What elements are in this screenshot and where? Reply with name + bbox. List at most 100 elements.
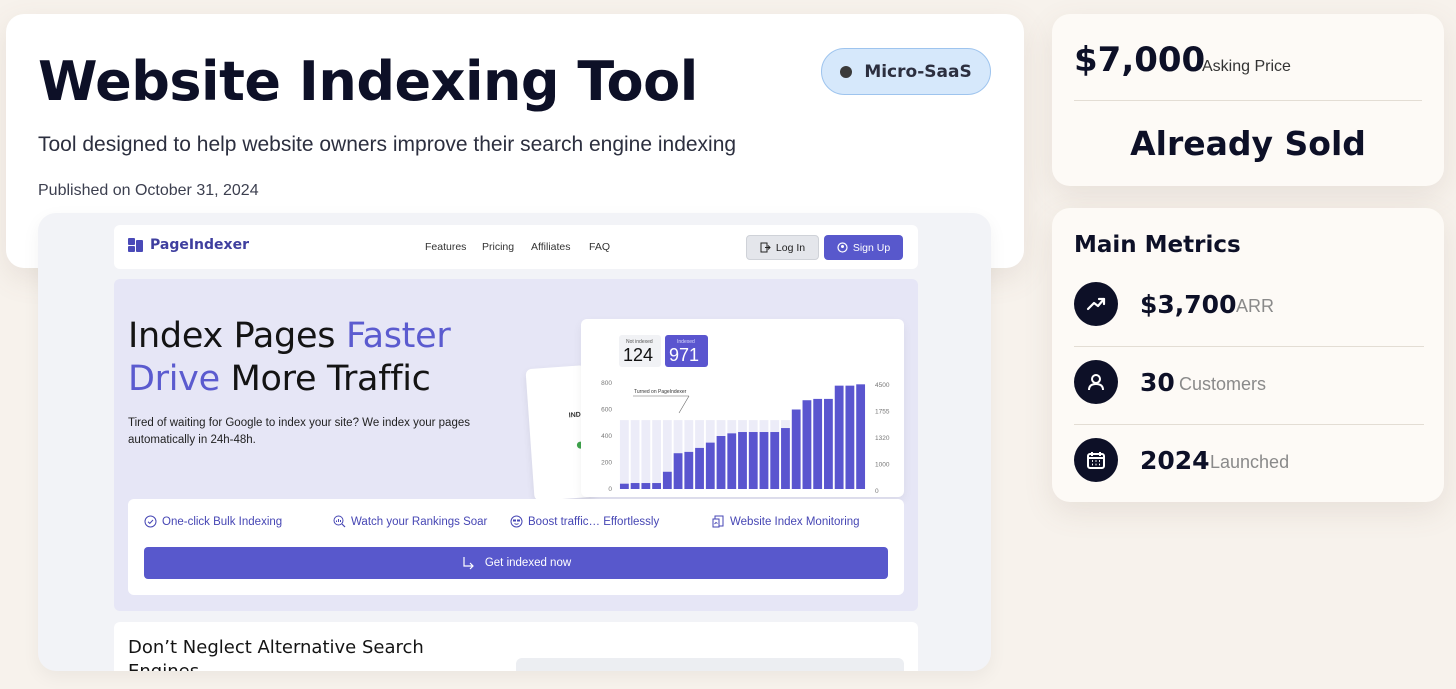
feature-label: One-click Bulk Indexing <box>162 515 283 528</box>
feature-label: Website Index Monitoring <box>730 515 860 528</box>
feature-label: Boost traffic… Effortlessly <box>528 515 660 528</box>
chart-bar <box>705 442 715 489</box>
product-screenshot: PageIndexer Features Pricing Affiliates … <box>38 213 991 671</box>
preview-hero: Index Pages Faster Drive More Traffic Ti… <box>114 279 918 611</box>
annotation-pointer <box>678 395 690 414</box>
preview-nav-pricing[interactable]: Pricing <box>482 241 514 253</box>
preview-hero-title: Index Pages Faster Drive More Traffic <box>128 315 451 401</box>
preview-login-button[interactable]: Log In <box>746 235 819 260</box>
preview-logo: PageIndexer <box>128 237 249 253</box>
hero-line1-accent: Faster <box>345 316 451 356</box>
chart-left-tick-label: 0 <box>608 486 612 493</box>
feature-label: Watch your Rankings Soar <box>351 515 488 528</box>
chart-bar <box>781 428 790 489</box>
chart-bar <box>738 432 747 489</box>
divider <box>1074 346 1424 347</box>
chart-bar <box>727 433 737 489</box>
category-badge[interactable]: Micro-SaaS <box>821 48 991 95</box>
chart-left-tick-label: 200 <box>601 460 612 467</box>
chart-bar <box>673 453 683 489</box>
arr-label: ARR <box>1236 296 1275 316</box>
chart-right-tick-label: 4500 <box>875 382 890 389</box>
preview-chart-card: Not indexed 124 Indexed 971 Turned on Pa… <box>581 319 904 497</box>
chart-bar <box>619 483 629 489</box>
launched-value: 2024 <box>1140 446 1210 475</box>
chart-bar <box>662 471 672 489</box>
preview-nav-features[interactable]: Features <box>425 241 466 253</box>
launched-label: Launched <box>1210 452 1290 472</box>
calendar-icon <box>1074 438 1118 482</box>
metrics-title: Main Metrics <box>1074 232 1241 258</box>
preview-hero-description: Tired of waiting for Google to index you… <box>128 417 470 446</box>
preview-section-placeholder <box>516 658 904 671</box>
chart-right-tick-label: 0 <box>875 488 879 495</box>
chart-bar <box>630 483 640 489</box>
chart-bar <box>813 398 823 489</box>
chart-bar <box>748 432 758 489</box>
preview-signup-button[interactable]: Sign Up <box>824 235 903 260</box>
customers-value: 30 <box>1140 368 1175 397</box>
arr-value: $3,700 <box>1140 290 1237 319</box>
preview-features-panel: One-click Bulk Indexing Watch your Ranki… <box>128 499 904 595</box>
check-circle-icon <box>144 515 157 528</box>
chart-left-tick-label: 600 <box>601 407 612 414</box>
listing-subtitle: Tool designed to help website owners imp… <box>38 133 737 156</box>
chart-bar <box>845 385 855 489</box>
indexed-stat-value: 971 <box>669 345 699 365</box>
hero-line1-plain: Index Pages <box>128 316 346 356</box>
hero-line2-accent: Drive <box>128 359 220 399</box>
chart-bar <box>834 385 844 489</box>
chart-background-bar <box>630 420 640 489</box>
hero-line2-plain: More Traffic <box>219 359 431 399</box>
chart-background-bar <box>641 420 651 489</box>
chart-background-bar <box>619 420 629 489</box>
chart-bar <box>641 483 651 489</box>
metric-launched: 2024 Launched <box>1074 438 1424 516</box>
feature-bulk-indexing: One-click Bulk Indexing <box>144 515 282 528</box>
chart-right-tick-label: 1320 <box>875 435 890 442</box>
preview-navbar: PageIndexer Features Pricing Affiliates … <box>114 225 918 269</box>
preview-section-title: Don’t Neglect Alternative Search Engines <box>128 637 424 671</box>
published-date: Published on October 31, 2024 <box>38 182 259 199</box>
search-chart-icon <box>333 515 346 528</box>
sunglasses-smile-icon <box>510 515 523 528</box>
preview-section-alt-engines: Don’t Neglect Alternative Search Engines <box>114 622 918 671</box>
not-indexed-stat-value: 124 <box>623 345 653 365</box>
chart-bar <box>716 436 726 489</box>
chart-left-tick-label: 800 <box>601 380 612 387</box>
login-icon <box>760 242 771 253</box>
user-icon <box>1074 360 1118 404</box>
indexing-bar-chart: Not indexed 124 Indexed 971 Turned on Pa… <box>601 335 890 495</box>
get-indexed-label: Get indexed now <box>484 557 572 569</box>
preview-signup-label: Sign Up <box>852 241 891 254</box>
preview-nav-faq[interactable]: FAQ <box>589 241 610 253</box>
preview-logo-label: PageIndexer <box>150 237 249 253</box>
divider <box>1074 424 1424 425</box>
sold-status: Already Sold <box>1130 124 1366 163</box>
category-label: Micro-SaaS <box>864 61 972 82</box>
asking-price-label: Asking Price <box>1202 58 1291 75</box>
trending-up-icon <box>1074 282 1118 326</box>
chart-left-tick-label: 400 <box>601 433 612 440</box>
chart-right-tick-label: 1000 <box>875 462 890 469</box>
chart-bar <box>759 432 769 489</box>
feature-monitoring: Website Index Monitoring <box>712 515 860 528</box>
customers-label: Customers <box>1179 374 1267 394</box>
chart-bar <box>695 447 704 489</box>
preview-nav-affiliates[interactable]: Affiliates <box>531 241 571 253</box>
chart-bar <box>791 409 801 489</box>
chart-background-bar <box>652 420 661 489</box>
feature-rankings: Watch your Rankings Soar <box>333 515 487 528</box>
metrics-card: Main Metrics $3,700 ARR 30 Customers 202… <box>1052 208 1444 502</box>
chart-bar <box>770 432 780 489</box>
listing-title: Website Indexing Tool <box>38 50 698 113</box>
signup-icon <box>837 242 848 253</box>
ghost-card-text: IND <box>568 411 582 420</box>
chart-right-axis: 4500 1755 1320 1000 0 <box>875 382 890 495</box>
chart-annotation: Turned on PageIndexer <box>634 389 687 395</box>
preview-login-label: Log In <box>775 241 806 254</box>
chart-bar <box>652 483 661 489</box>
chart-bar <box>824 398 833 489</box>
price-card: $7,000 Asking Price Already Sold <box>1052 14 1444 186</box>
get-indexed-button[interactable]: Get indexed now <box>144 547 888 579</box>
